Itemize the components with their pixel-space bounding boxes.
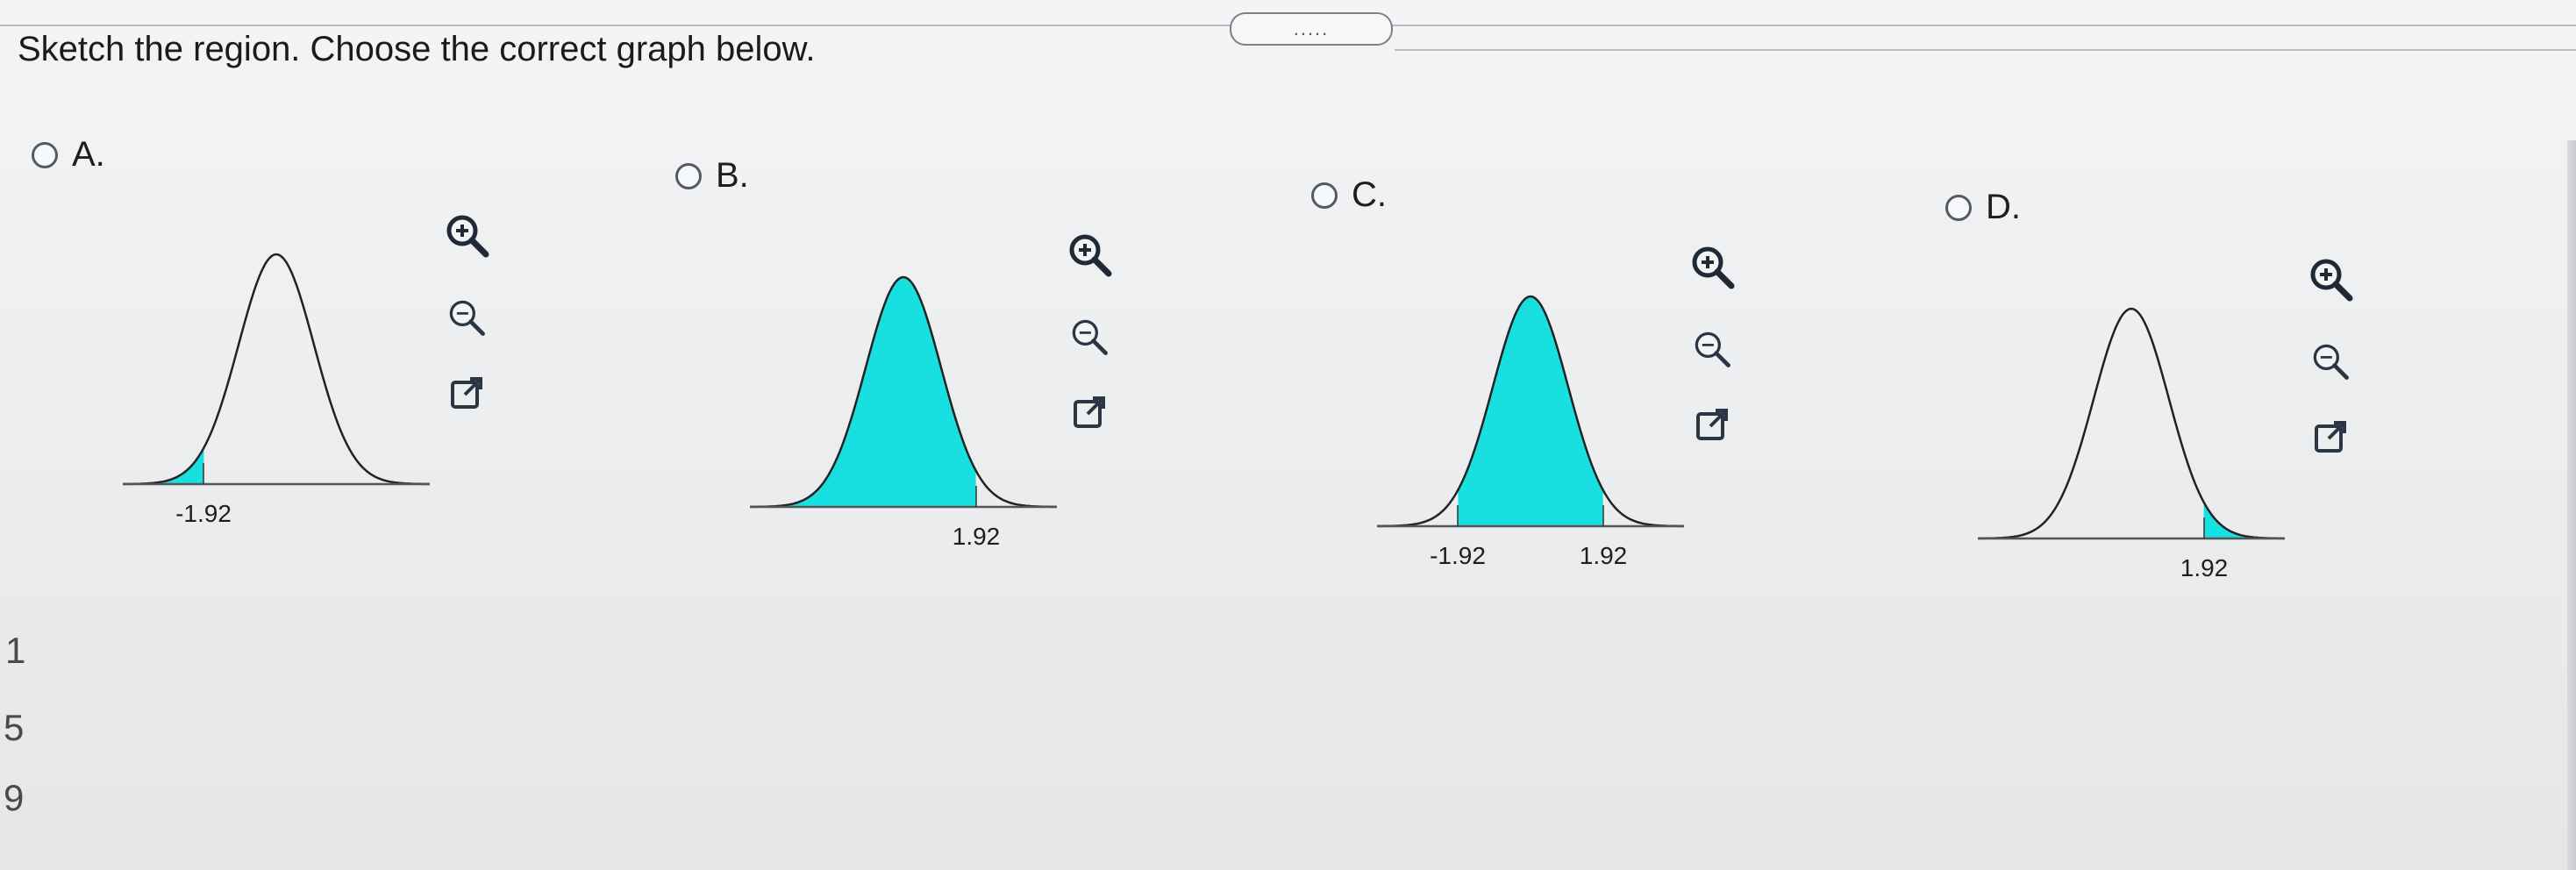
- question-prompt: Sketch the region. Choose the correct gr…: [18, 30, 816, 68]
- popout-button[interactable]: [1684, 396, 1740, 453]
- option-d[interactable]: D.: [1945, 188, 2021, 227]
- zoom-in-button[interactable]: [2302, 251, 2358, 307]
- external-link-icon: [1074, 396, 1105, 428]
- zoom-in-icon: [2310, 259, 2353, 302]
- zoom-in-icon: [446, 215, 489, 258]
- option-b[interactable]: B.: [675, 156, 749, 196]
- axis-label: -1.92: [1430, 542, 1486, 568]
- popout-button[interactable]: [439, 365, 495, 421]
- bell-curve: [1978, 307, 2285, 540]
- graph-tools-a: [439, 207, 495, 426]
- popout-button[interactable]: [2302, 409, 2358, 465]
- graph-tools-c: [1684, 239, 1740, 458]
- edge-number: 1: [5, 630, 26, 671]
- option-c[interactable]: C.: [1311, 175, 1387, 215]
- radio-button-d[interactable]: [1945, 194, 1972, 221]
- zoom-out-button[interactable]: [1061, 309, 1117, 365]
- axis-label: -1.92: [175, 500, 232, 526]
- radio-button-a[interactable]: [32, 141, 58, 168]
- external-link-icon: [1696, 409, 1728, 440]
- option-a[interactable]: A.: [32, 135, 105, 175]
- window-edge: [2567, 140, 2576, 870]
- option-letter: C.: [1352, 175, 1387, 214]
- zoom-out-button[interactable]: [2302, 333, 2358, 389]
- radio-button-b[interactable]: [675, 162, 702, 189]
- zoom-out-icon: [1072, 319, 1108, 355]
- graph-tools-b: [1061, 226, 1117, 446]
- more-button[interactable]: .....: [1230, 12, 1393, 46]
- divider: [1395, 49, 2576, 51]
- zoom-in-button[interactable]: [1684, 239, 1740, 295]
- external-link-icon: [2315, 421, 2346, 453]
- edge-number: 9: [4, 777, 25, 818]
- zoom-out-icon: [449, 300, 485, 336]
- option-letter: A.: [72, 135, 105, 174]
- zoom-in-button[interactable]: [439, 207, 495, 263]
- zoom-in-icon: [1069, 234, 1112, 277]
- zoom-out-icon: [2313, 344, 2349, 380]
- graph-d: 1.92: [1978, 307, 2285, 581]
- external-link-icon: [451, 377, 482, 409]
- radio-button-c[interactable]: [1311, 182, 1338, 209]
- bell-curve: [123, 253, 430, 486]
- page: ..... Sketch the region. Choose the corr…: [0, 0, 2576, 870]
- edge-number: 5: [4, 707, 25, 748]
- axis-label: 1.92: [953, 523, 1001, 549]
- axis-label: 1.92: [2180, 554, 2229, 581]
- option-letter: D.: [1986, 188, 2021, 226]
- graph-a: -1.92: [123, 253, 430, 526]
- graph-b: 1.92: [750, 275, 1057, 549]
- zoom-out-button[interactable]: [1684, 321, 1740, 377]
- zoom-in-icon: [1692, 246, 1735, 289]
- zoom-out-icon: [1695, 332, 1730, 367]
- shaded-region: [750, 277, 976, 507]
- option-letter: B.: [716, 156, 749, 195]
- shaded-region: [1458, 296, 1603, 526]
- axis-label: 1.92: [1580, 542, 1628, 568]
- popout-button[interactable]: [1061, 384, 1117, 440]
- zoom-in-button[interactable]: [1061, 226, 1117, 282]
- graph-tools-d: [2302, 251, 2358, 470]
- zoom-out-button[interactable]: [439, 289, 495, 346]
- graph-c: -1.92 1.92: [1377, 295, 1684, 568]
